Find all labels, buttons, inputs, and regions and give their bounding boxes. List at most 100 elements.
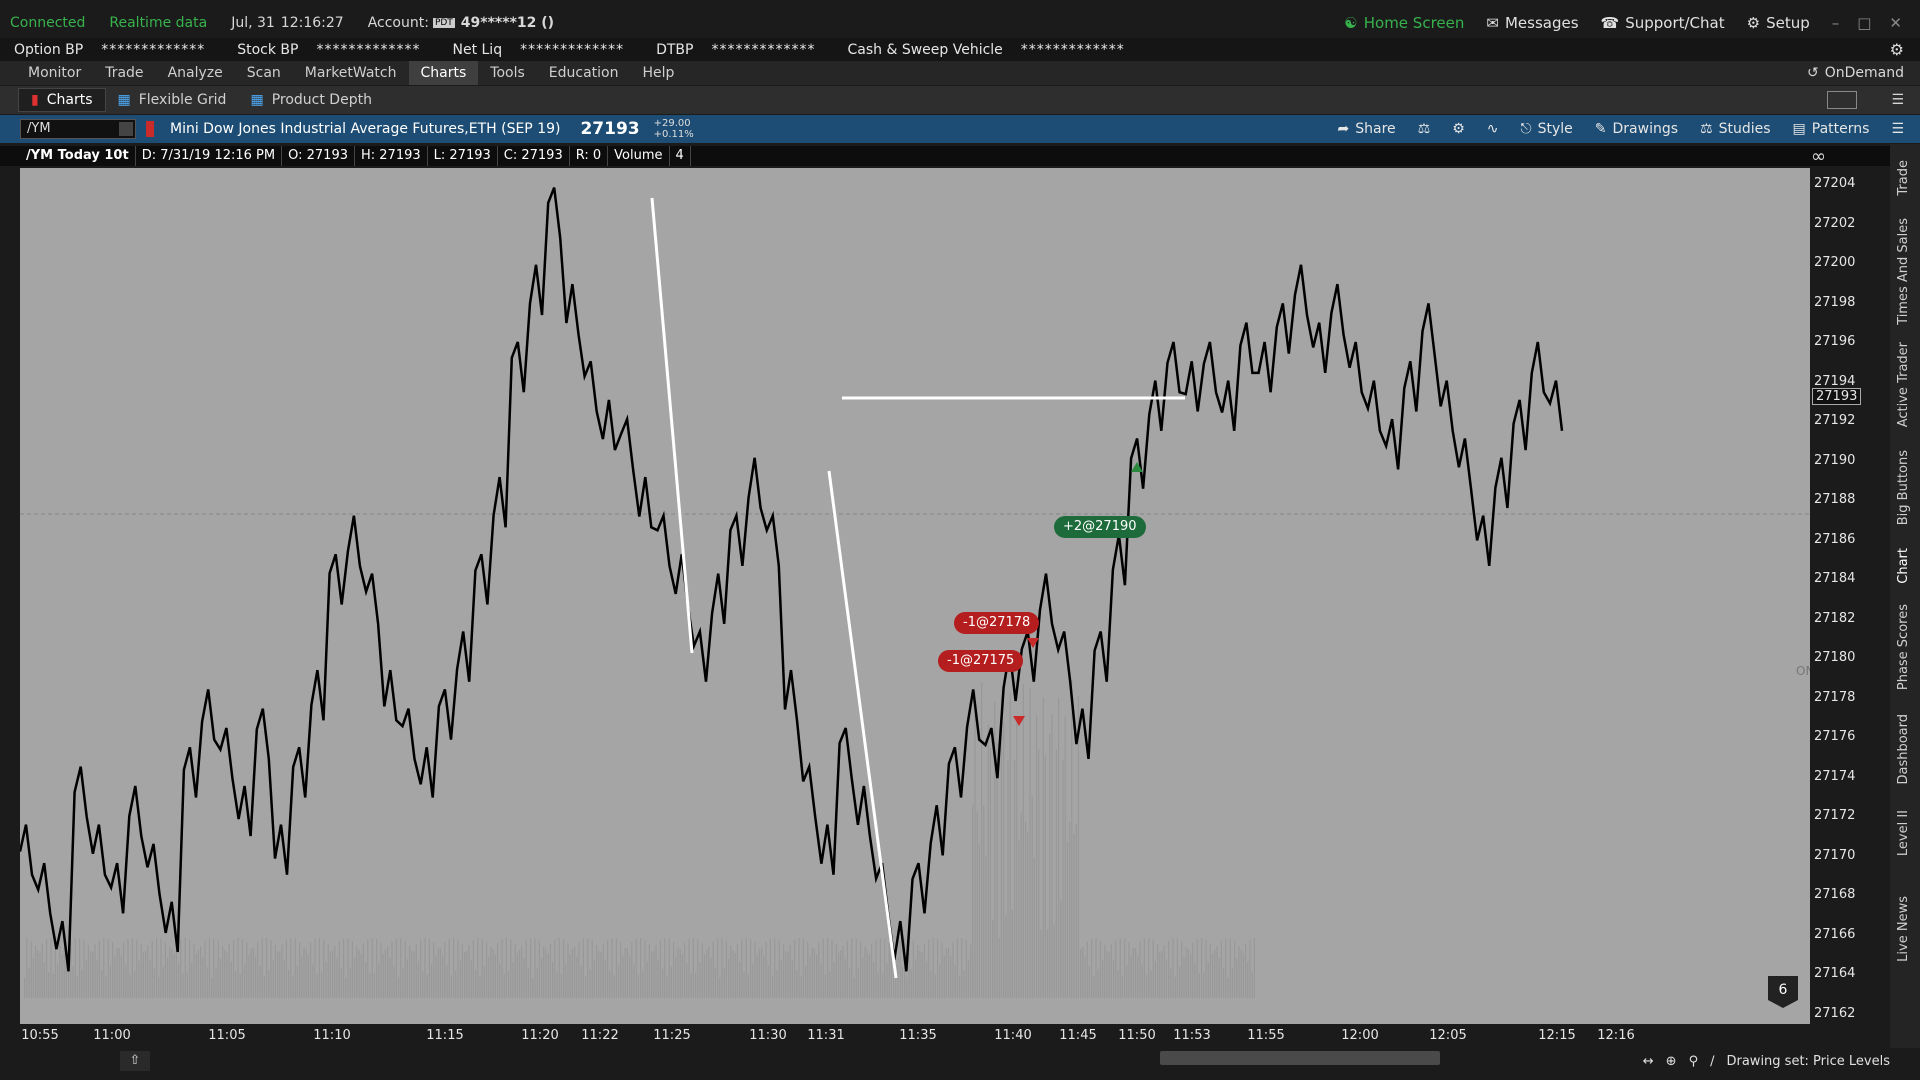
horizontal-scrollbar[interactable] [1160,1051,1440,1065]
tab-education[interactable]: Education [537,61,631,85]
pan-icon[interactable]: ↔ [1643,1054,1654,1069]
studies-button[interactable]: ⚖ Studies [1700,121,1771,137]
drawing-set-label[interactable]: Drawing set: Price Levels [1726,1054,1890,1069]
volume-bar [246,942,248,998]
volume-bar [1205,939,1207,998]
tab-analyze[interactable]: Analyze [156,61,235,85]
side-tab-live-news[interactable]: Live News [1896,896,1911,962]
account-selector[interactable]: 49*****12 () [461,15,554,31]
sell-order-marker[interactable]: -1@27178 [954,612,1040,634]
side-tab-times-and-sales[interactable]: Times And Sales [1896,218,1911,325]
chart-settings-button[interactable]: ⚙ [1452,121,1465,137]
menu-icon[interactable]: ☰ [1891,121,1904,137]
volume-bar [666,976,668,998]
zoom-icon[interactable]: ⚲ [1689,1054,1699,1069]
side-tab-phase-scores[interactable]: Phase Scores [1896,604,1911,690]
volume-bar [996,743,998,998]
volume-bar [1108,952,1110,998]
balance-label[interactable]: Option BP [14,42,83,58]
home-screen-button[interactable]: ☯ Home Screen [1344,14,1464,32]
volume-bar [191,962,193,998]
balance-label[interactable]: Net Liq [452,42,502,58]
side-tab-active-trader[interactable]: Active Trader [1896,342,1911,427]
tab-tools[interactable]: Tools [478,61,537,85]
side-tab-chart[interactable]: Chart [1896,548,1911,584]
volume-bar [184,938,186,998]
tab-help[interactable]: Help [630,61,686,85]
price-axis[interactable]: 27204 27202 27200 27198 27196 27194 27192 27190… [1810,168,1890,1024]
price-tick-label: 27186 [1814,531,1856,547]
tab-charts[interactable]: Charts [408,61,479,85]
current-price-label: 27193 [1812,388,1862,405]
trendline-drawing[interactable] [650,197,694,654]
realtime-status[interactable]: Realtime data [109,15,207,31]
volume-bar [1231,968,1233,998]
tab-marketwatch[interactable]: MarketWatch [293,61,409,85]
ondemand-button[interactable]: ↺ OnDemand [1807,65,1904,81]
volume-bar [197,949,199,998]
buy-order-marker[interactable]: +2@27190 [1054,516,1146,538]
drawings-button[interactable]: ✎ Drawings [1595,121,1678,137]
messages-button[interactable]: ✉ Messages [1486,14,1578,32]
trendline-drawing[interactable] [827,470,898,979]
chevron-down-icon[interactable] [119,122,133,136]
share-button[interactable]: ➦ Share [1338,121,1396,137]
crosshair-icon[interactable]: ⊕ [1666,1054,1677,1069]
volume-bar [543,946,545,998]
layout-icon[interactable] [1827,91,1858,109]
close-icon[interactable]: ✕ [1889,14,1902,32]
patterns-button[interactable]: ▤ Patterns [1793,121,1870,137]
tab-trade[interactable]: Trade [93,61,155,85]
setup-button[interactable]: ⚙ Setup [1747,14,1810,32]
time-axis[interactable]: 10:55 11:00 11:05 11:10 11:15 11:20 11:22 11:25… [20,1024,1810,1048]
bar-chart-icon: ▮ [31,92,39,108]
side-tab-level-ii[interactable]: Level II [1896,810,1911,856]
balance-label: DTBP [656,41,694,58]
volume-bar [1093,976,1095,998]
volume-bar [578,941,580,998]
volume-bar [959,975,961,998]
volume-bar [415,944,417,998]
symbol-input[interactable]: /YM [20,119,136,139]
volume-bar [164,941,166,998]
settings-gear-icon[interactable]: ⚙ [1890,40,1904,59]
support-chat-button[interactable]: ☎ Support/Chat [1601,14,1725,32]
price-tick-label: 27182 [1814,610,1856,626]
subtab-product-depth[interactable]: ▦ Product Depth [238,88,383,112]
volume-bar [259,965,261,998]
volume-bar [582,938,584,998]
side-tab-big-buttons[interactable]: Big Buttons [1896,450,1911,525]
volume-bar [193,943,195,998]
price-line [18,187,1564,972]
volume-bar [961,938,963,998]
side-tab-dashboard[interactable]: Dashboard [1896,714,1911,785]
link-color-icon[interactable] [146,121,154,137]
volume-bar [1124,938,1126,998]
subtab-flexible-grid[interactable]: ▦ Flexible Grid [106,88,239,112]
minimize-icon[interactable]: – [1832,14,1840,32]
price-chart[interactable] [18,168,1810,1024]
sell-order-marker[interactable]: -1@27175 [938,650,1024,672]
volume-bar [670,966,672,998]
tab-monitor[interactable]: Monitor [16,61,93,85]
draw-line-icon[interactable]: ∕ [1710,1054,1714,1069]
volume-bar [182,973,184,998]
volume-bar [932,938,934,998]
volume-bar [103,938,105,998]
flask-button[interactable]: ⚖ [1418,121,1431,137]
chart-tool-icon[interactable]: ∞ [1811,146,1826,167]
volume-bar [483,966,485,998]
side-tab-trade[interactable]: Trade [1896,160,1911,196]
menu-icon[interactable]: ☰ [1891,92,1904,108]
style-button[interactable]: ⎋ Style [1521,121,1573,137]
tab-scan[interactable]: Scan [235,61,293,85]
collapse-icon[interactable]: ⇧ [120,1051,150,1071]
chart-plot-area[interactable]: ONL -1@27178 -1@27175 +2@27190 [18,168,1821,1024]
volume-bar [701,943,703,998]
volume-bar [230,961,232,998]
headset-icon: ☎ [1600,14,1620,32]
maximize-icon[interactable]: □ [1857,14,1871,32]
subtab-charts[interactable]: ▮ Charts [18,88,106,112]
pulse-button[interactable]: ∿ [1487,121,1499,137]
volume-bar [50,938,52,998]
